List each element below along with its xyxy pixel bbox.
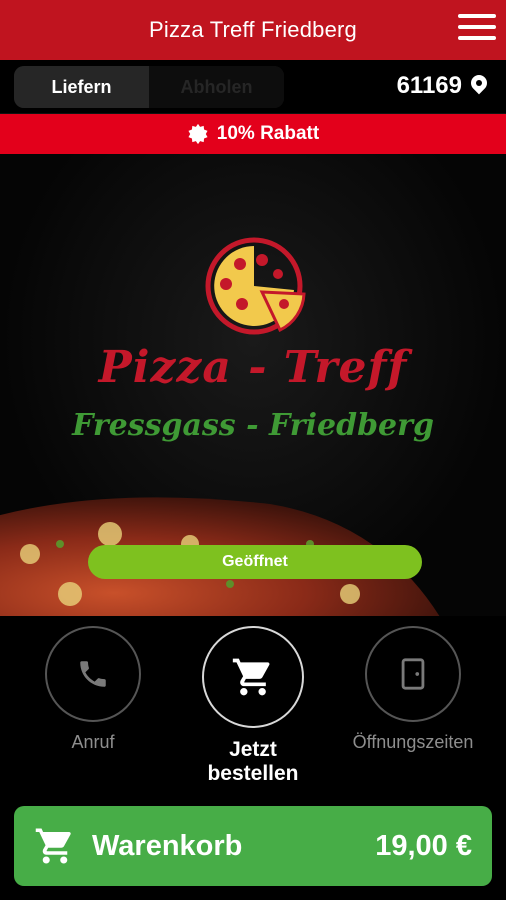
app-bar: Pizza Treff Friedberg bbox=[0, 0, 506, 60]
cart-button[interactable]: Warenkorb 19,00 € bbox=[14, 806, 492, 886]
cart-label: Warenkorb bbox=[92, 829, 243, 862]
hamburger-menu-icon[interactable] bbox=[458, 14, 496, 44]
discount-badge-icon bbox=[188, 123, 208, 145]
call-button[interactable] bbox=[45, 626, 141, 722]
cart-icon bbox=[35, 828, 71, 864]
app-title: Pizza Treff Friedberg bbox=[149, 17, 357, 42]
call-action[interactable]: Anruf bbox=[23, 626, 163, 753]
location-pin-icon bbox=[470, 75, 488, 97]
delivery-pickup-toggle: Liefern Abholen bbox=[14, 66, 284, 108]
delivery-tab[interactable]: Liefern bbox=[14, 66, 149, 108]
zip-code: 61169 bbox=[396, 72, 462, 99]
opening-hours-label: Öffnungszeiten bbox=[352, 732, 474, 752]
action-row: Anruf Jetzt bestellen Öffnungszeiten bbox=[0, 616, 506, 806]
pizza-logo-icon bbox=[205, 237, 306, 335]
opening-hours-button[interactable] bbox=[365, 626, 461, 722]
brand-location: Fressgass - Friedberg bbox=[72, 408, 434, 443]
door-icon bbox=[401, 658, 425, 690]
open-status-badge: Geöffnet bbox=[88, 545, 422, 579]
order-action[interactable]: Jetzt bestellen bbox=[183, 626, 323, 786]
order-label: Jetzt bestellen bbox=[207, 738, 299, 785]
cart-icon bbox=[232, 658, 270, 696]
discount-text: 10% Rabatt bbox=[216, 123, 320, 144]
phone-icon bbox=[80, 661, 106, 687]
opening-hours-action[interactable]: Öffnungszeiten bbox=[343, 626, 483, 753]
pickup-tab[interactable]: Abholen bbox=[149, 66, 284, 108]
location-selector[interactable]: 61169 bbox=[397, 72, 488, 100]
call-label: Anruf bbox=[71, 732, 115, 752]
order-button[interactable] bbox=[202, 626, 304, 728]
brand-name: Pizza - Treff bbox=[98, 342, 408, 393]
discount-banner[interactable]: 10% Rabatt bbox=[0, 114, 506, 154]
cart-total: 19,00 € bbox=[375, 829, 472, 862]
order-mode-bar: Liefern Abholen 61169 bbox=[0, 60, 506, 114]
